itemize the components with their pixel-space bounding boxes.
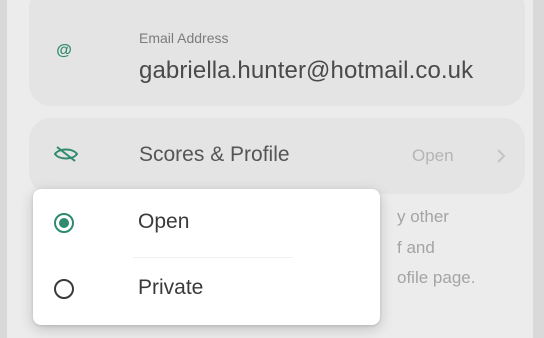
eye-slash-icon <box>53 146 79 162</box>
email-value: gabriella.hunter@hotmail.co.uk <box>139 57 474 84</box>
description-line-2: f and <box>397 238 435 257</box>
option-private-label: Private <box>138 276 204 299</box>
scores-profile-label: Scores & Profile <box>139 143 290 166</box>
description-line-3: ofile page. <box>397 268 476 287</box>
option-open[interactable]: Open <box>33 191 380 257</box>
option-private[interactable]: Private <box>33 257 380 323</box>
email-label: Email Address <box>139 30 229 46</box>
chevron-right-icon <box>497 149 506 163</box>
visibility-dropdown: Open Private <box>33 189 380 325</box>
settings-screen: @ Email Address gabriella.hunter@hotmail… <box>7 0 533 338</box>
at-sign-icon: @ <box>56 42 72 59</box>
radio-selected-icon[interactable] <box>54 213 74 233</box>
email-card[interactable] <box>29 0 525 106</box>
description-line-1: y other <box>397 207 449 226</box>
option-open-label: Open <box>138 210 190 233</box>
radio-unselected-icon[interactable] <box>54 279 74 299</box>
scores-profile-value: Open <box>412 146 454 165</box>
